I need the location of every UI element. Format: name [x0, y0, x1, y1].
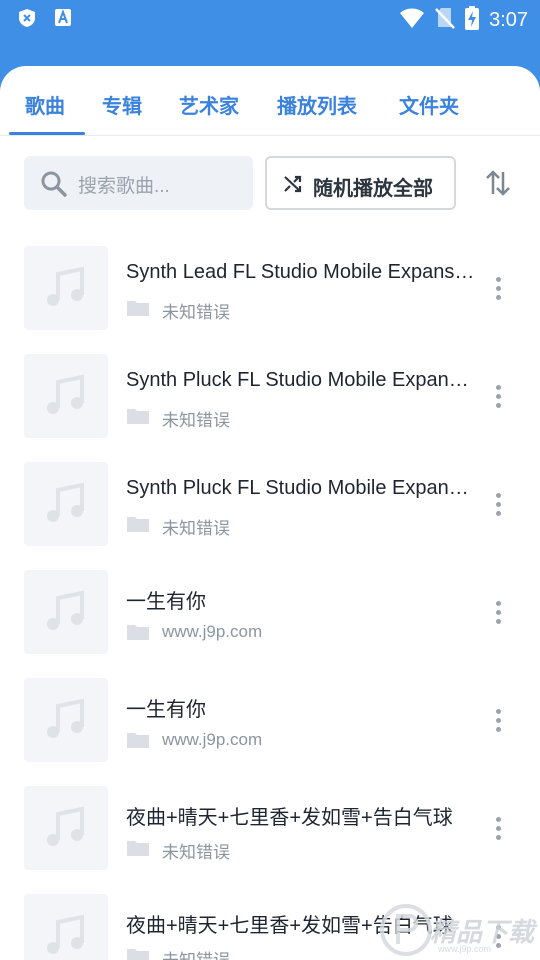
- tab-bar: 歌曲 专辑 艺术家 播放列表 文件夹: [0, 66, 540, 136]
- more-options-button[interactable]: [488, 274, 508, 304]
- song-title: Synth Pluck FL Studio Mobile Expansion: [126, 477, 478, 499]
- album-art-placeholder: [24, 246, 108, 330]
- watermark: 精品下载 www.j9p.com: [378, 900, 538, 960]
- folder-icon: [127, 301, 149, 316]
- search-icon: [41, 171, 67, 197]
- tab-songs[interactable]: 歌曲: [25, 90, 65, 119]
- song-title: Synth Pluck FL Studio Mobile Expansion: [126, 369, 478, 391]
- folder-icon: [127, 625, 149, 640]
- music-note-icon: [47, 698, 84, 738]
- more-options-button[interactable]: [488, 490, 508, 520]
- album-art-placeholder: [24, 786, 108, 870]
- status-bar: 3:07: [0, 0, 540, 36]
- watermark-url: www.j9p.com: [438, 944, 492, 954]
- song-row[interactable]: Synth Lead FL Studio Mobile Expansion 未知…: [0, 246, 540, 332]
- translate-a-icon: [54, 8, 72, 33]
- wifi-icon: [399, 7, 425, 34]
- folder-icon: [127, 409, 149, 424]
- search-placeholder: 搜索歌曲...: [78, 176, 170, 197]
- more-vert-icon: [495, 709, 501, 714]
- folder-icon: [127, 949, 149, 960]
- shuffle-icon: [284, 175, 302, 193]
- music-note-icon: [47, 914, 84, 954]
- album-art-placeholder: [24, 462, 108, 546]
- shuffle-all-label: 随机播放全部: [313, 178, 433, 200]
- song-row[interactable]: 夜曲+晴天+七里香+发如雪+告白气球 未知错误: [0, 786, 540, 872]
- tab-folders[interactable]: 文件夹: [399, 90, 459, 119]
- folder-icon: [127, 841, 149, 856]
- sort-button[interactable]: [484, 168, 512, 198]
- search-input[interactable]: 搜索歌曲...: [24, 156, 253, 210]
- song-row[interactable]: 一生有你 www.j9p.com: [0, 570, 540, 656]
- song-path: www.j9p.com: [162, 730, 263, 749]
- song-title: 一生有你: [126, 699, 206, 721]
- album-art-placeholder: [24, 570, 108, 654]
- song-path: 未知错误: [162, 843, 230, 862]
- battery-charging-icon: [465, 6, 480, 35]
- sort-arrows-icon: [486, 170, 510, 196]
- album-art-placeholder: [24, 354, 108, 438]
- music-note-icon: [47, 266, 84, 306]
- album-art-placeholder: [24, 678, 108, 762]
- tab-albums[interactable]: 专辑: [102, 90, 142, 119]
- no-sim-icon: [435, 7, 455, 34]
- song-path: 未知错误: [162, 411, 230, 430]
- song-row[interactable]: Synth Pluck FL Studio Mobile Expansion 未…: [0, 462, 540, 548]
- song-path: www.j9p.com: [162, 622, 263, 641]
- more-options-button[interactable]: [488, 706, 508, 736]
- song-title: Synth Lead FL Studio Mobile Expansion: [126, 261, 478, 283]
- music-note-icon: [47, 806, 84, 846]
- song-title: 一生有你: [126, 591, 206, 613]
- song-title: 夜曲+晴天+七里香+发如雪+告白气球: [126, 807, 453, 829]
- song-path: 未知错误: [162, 519, 230, 538]
- music-note-icon: [47, 374, 84, 414]
- song-row[interactable]: Synth Pluck FL Studio Mobile Expansion 未…: [0, 354, 540, 440]
- folder-icon: [127, 733, 149, 748]
- more-vert-icon: [495, 385, 501, 390]
- watermark-logo-icon: [380, 904, 432, 956]
- content-sheet: 歌曲 专辑 艺术家 播放列表 文件夹 搜索歌曲... 随机播放全部 Synth …: [0, 66, 540, 960]
- active-tab-indicator: [9, 132, 85, 135]
- more-vert-icon: [495, 277, 501, 282]
- status-time: 3:07: [489, 9, 528, 31]
- album-art-placeholder: [24, 894, 108, 960]
- song-path: 未知错误: [162, 303, 230, 322]
- song-path: 未知错误: [162, 946, 230, 960]
- more-vert-icon: [495, 493, 501, 498]
- music-note-icon: [47, 590, 84, 630]
- more-vert-icon: [495, 817, 501, 822]
- shield-x-icon: [18, 8, 36, 33]
- more-options-button[interactable]: [488, 382, 508, 412]
- toolbar: 搜索歌曲... 随机播放全部: [0, 156, 540, 210]
- more-vert-icon: [495, 601, 501, 606]
- folder-icon: [127, 517, 149, 532]
- music-note-icon: [47, 482, 84, 522]
- more-options-button[interactable]: [488, 598, 508, 628]
- tab-artists[interactable]: 艺术家: [179, 90, 239, 119]
- song-row[interactable]: 一生有你 www.j9p.com: [0, 678, 540, 764]
- more-options-button[interactable]: [488, 814, 508, 844]
- tab-playlists[interactable]: 播放列表: [277, 90, 357, 119]
- shuffle-all-button[interactable]: 随机播放全部: [265, 156, 456, 210]
